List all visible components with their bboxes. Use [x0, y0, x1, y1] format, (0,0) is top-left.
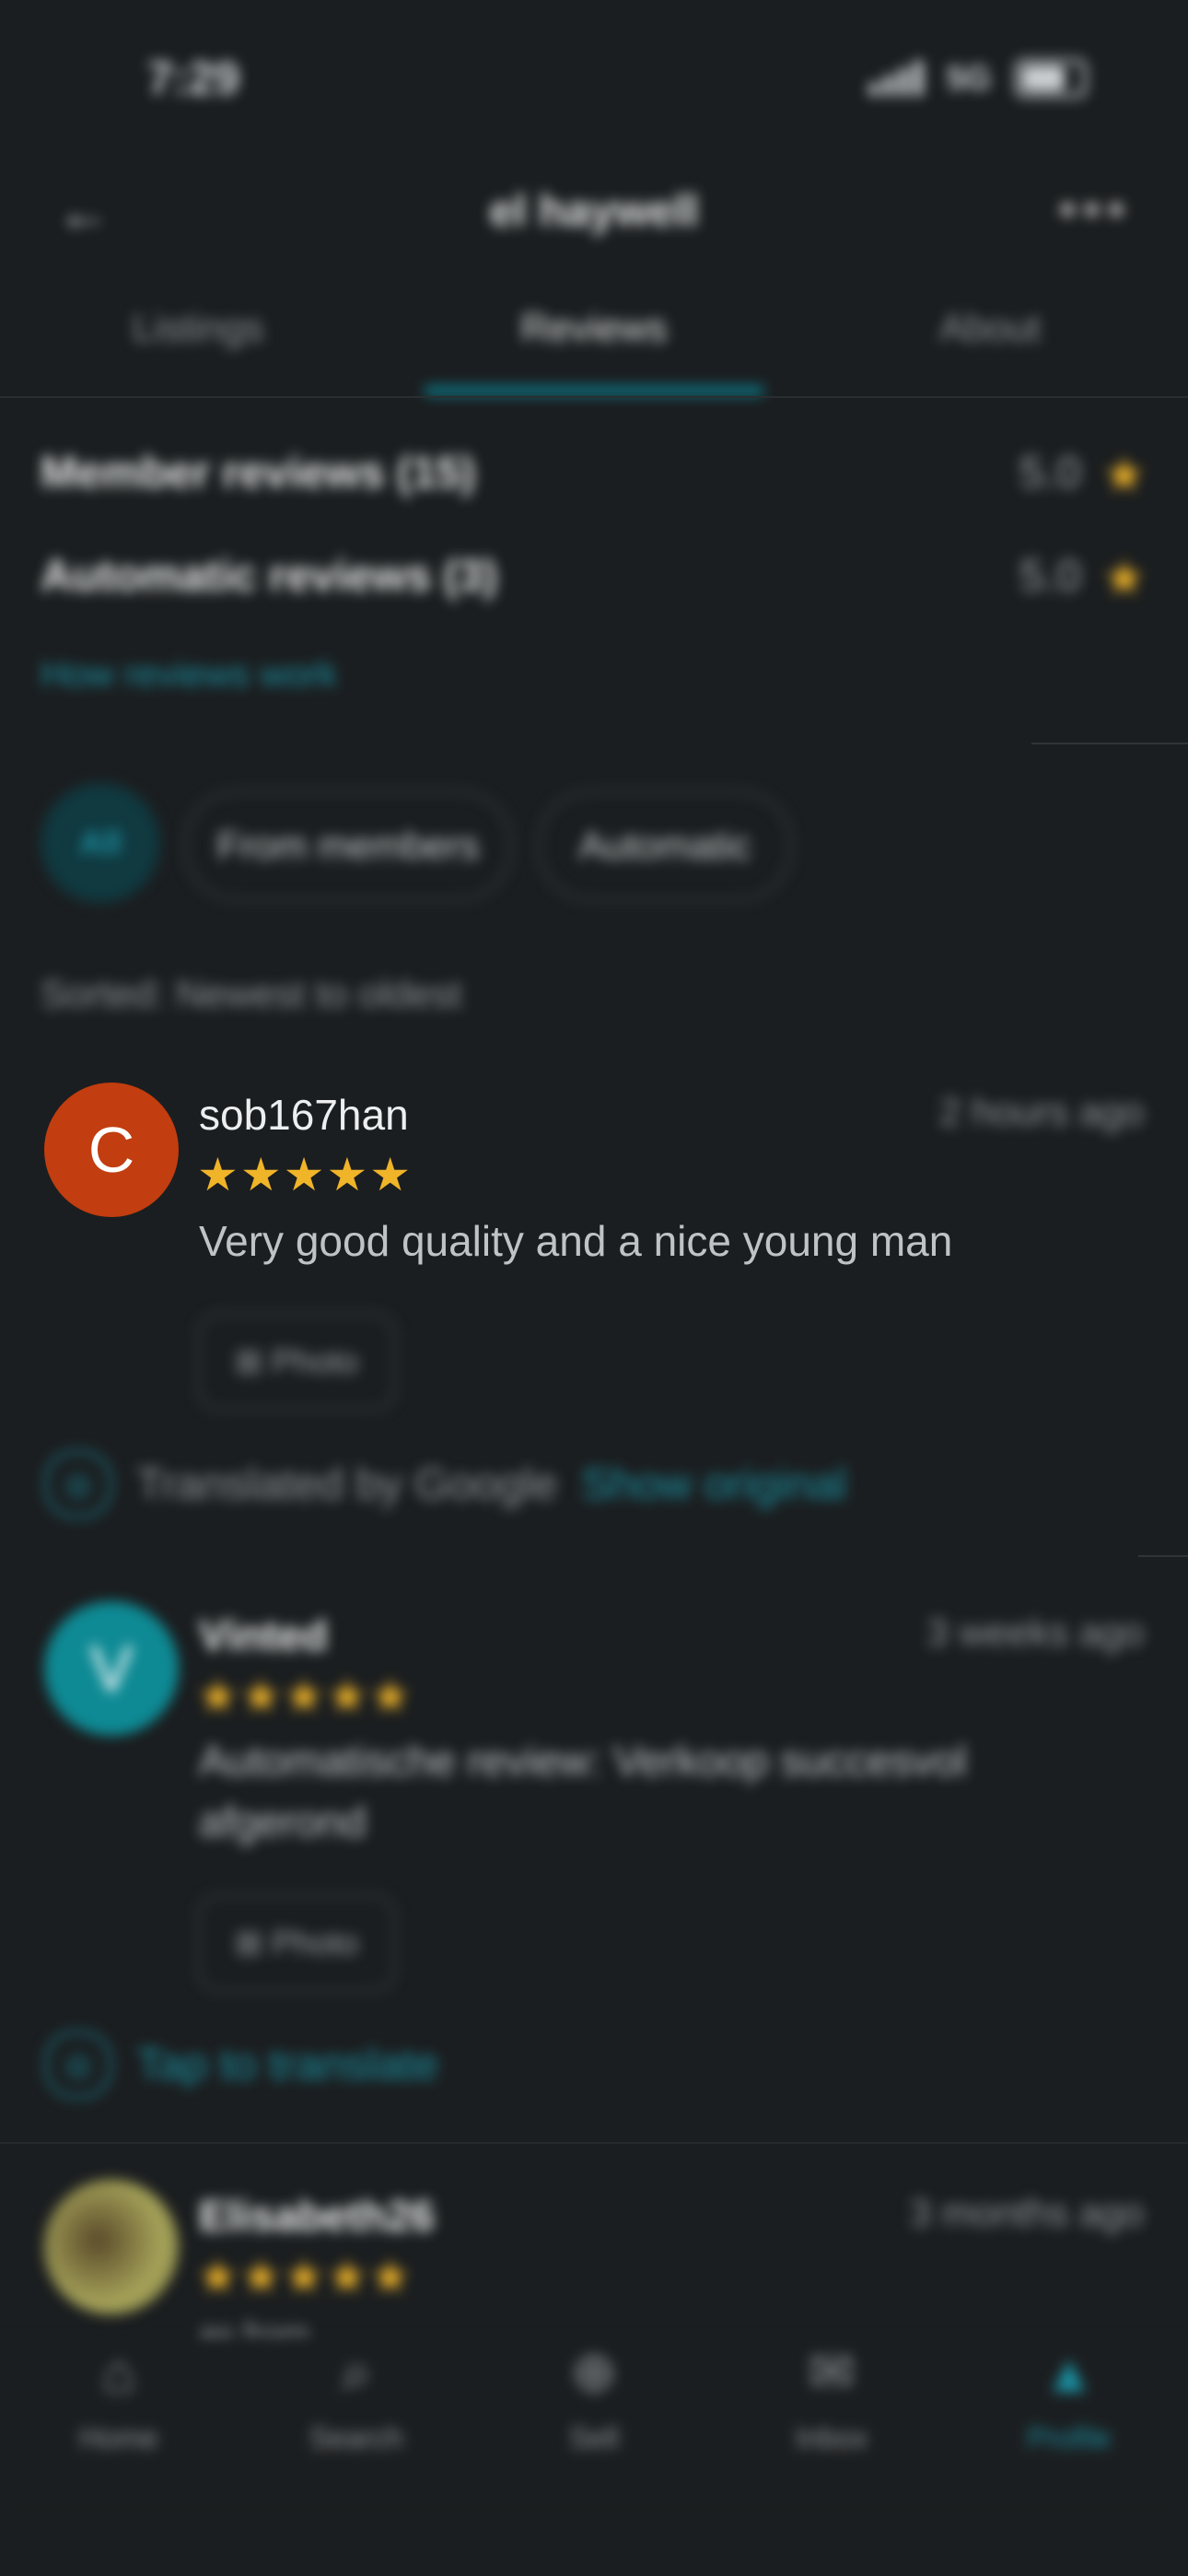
rating-stars: ★★★★★: [197, 1670, 413, 1722]
avatar[interactable]: [44, 2180, 179, 2314]
profile-icon: ▲: [1042, 2341, 1097, 2404]
tab-reviews[interactable]: Reviews: [396, 295, 792, 396]
how-reviews-work-link[interactable]: How reviews work: [41, 654, 337, 696]
tab-listings[interactable]: Listings: [0, 295, 396, 396]
review-text: Automatische review: Verkoop succesvol a…: [199, 1737, 967, 1845]
nav-inbox-label: Inbox: [795, 2421, 868, 2454]
profile-tabs: Listings Reviews About: [0, 295, 1188, 396]
rating-stars: ★★★★★: [197, 1149, 413, 1200]
star-icon: ★: [1102, 449, 1146, 502]
nav-search[interactable]: ⌕ Search: [238, 2340, 475, 2506]
member-reviews-score: 5.0: [1019, 449, 1081, 498]
review-text: Very good quality and a nice young man: [199, 1217, 953, 1265]
signal-icon: [868, 61, 923, 96]
tap-to-translate-link[interactable]: Tap to translate: [136, 2040, 438, 2090]
review-photo-button[interactable]: ⊞ Photo: [197, 1894, 396, 1992]
sort-label[interactable]: Sorted: Newest to oldest: [41, 972, 462, 1016]
reviewer-name[interactable]: Elisabeth26: [199, 2191, 435, 2241]
battery-icon: [1015, 59, 1087, 98]
nav-inbox[interactable]: ✉ Inbox: [713, 2340, 950, 2506]
translated-by-label: Translated by Google: [136, 1459, 558, 1509]
member-reviews-label: Member reviews (15): [41, 449, 476, 498]
review-photo-button[interactable]: ⊞ Photo: [197, 1313, 396, 1411]
bottom-navigation: ⌂ Home ⌕ Search ⊕ Sell ✉ Inbox ▲ Profile: [0, 2340, 1188, 2506]
filter-chip-automatic[interactable]: Automatic: [538, 790, 792, 901]
nav-sell-label: Sell: [569, 2421, 619, 2454]
avatar[interactable]: C: [44, 1083, 179, 1217]
automatic-reviews-label: Automatic reviews (3): [41, 552, 498, 601]
tab-about[interactable]: About: [792, 295, 1188, 396]
nav-search-label: Search: [309, 2421, 403, 2454]
rating-stars: ★★★★★: [197, 2251, 413, 2302]
status-time: 7:29: [147, 53, 240, 104]
network-type: 5G: [946, 59, 991, 97]
tab-divider: [0, 396, 1188, 398]
automatic-reviews-score: 5.0: [1019, 552, 1081, 601]
review-divider: [0, 2142, 1188, 2144]
member-reviews-row: Member reviews (15) 5.0 ★: [41, 440, 1146, 505]
review-time: 3 weeks ago: [926, 1610, 1144, 1654]
inbox-icon: ✉: [808, 2341, 856, 2403]
section-divider: [1031, 743, 1188, 744]
page-title: el haywell: [489, 187, 699, 236]
show-original-link[interactable]: Show original: [581, 1459, 846, 1510]
star-icon: ★: [1102, 552, 1146, 605]
filter-chip-all[interactable]: All: [41, 783, 160, 903]
filter-chip-from-members[interactable]: From members: [184, 790, 512, 901]
status-bar: 7:29 5G: [0, 46, 1188, 120]
plus-circle-icon: ⊕: [570, 2341, 618, 2403]
reviewer-name[interactable]: sob167han: [199, 1090, 409, 1140]
search-icon: ⌕: [341, 2341, 372, 2403]
globe-icon: ◎: [44, 2031, 112, 2099]
nav-home[interactable]: ⌂ Home: [0, 2340, 238, 2506]
review-time: 2 hours ago: [939, 1090, 1144, 1133]
nav-sell[interactable]: ⊕ Sell: [475, 2340, 713, 2506]
automatic-reviews-row: Automatic reviews (3) 5.0 ★: [41, 544, 1146, 608]
reviewer-name[interactable]: Vinted: [199, 1610, 328, 1660]
more-options-icon[interactable]: •••: [1058, 179, 1131, 240]
avatar[interactable]: V: [44, 1601, 179, 1736]
review-divider: [1138, 1555, 1188, 1557]
globe-icon: ◎: [44, 1450, 112, 1518]
top-app-bar: ← el haywell •••: [0, 166, 1188, 249]
translation-row: ◎ Translated by Google Show original: [44, 1450, 846, 1518]
nav-profile[interactable]: ▲ Profile: [950, 2340, 1188, 2506]
review-time: 3 months ago: [909, 2191, 1144, 2234]
translation-row: ◎ Tap to translate: [44, 2031, 438, 2099]
home-icon: ⌂: [101, 2341, 136, 2404]
nav-profile-label: Profile: [1027, 2421, 1112, 2454]
nav-home-label: Home: [79, 2421, 158, 2454]
